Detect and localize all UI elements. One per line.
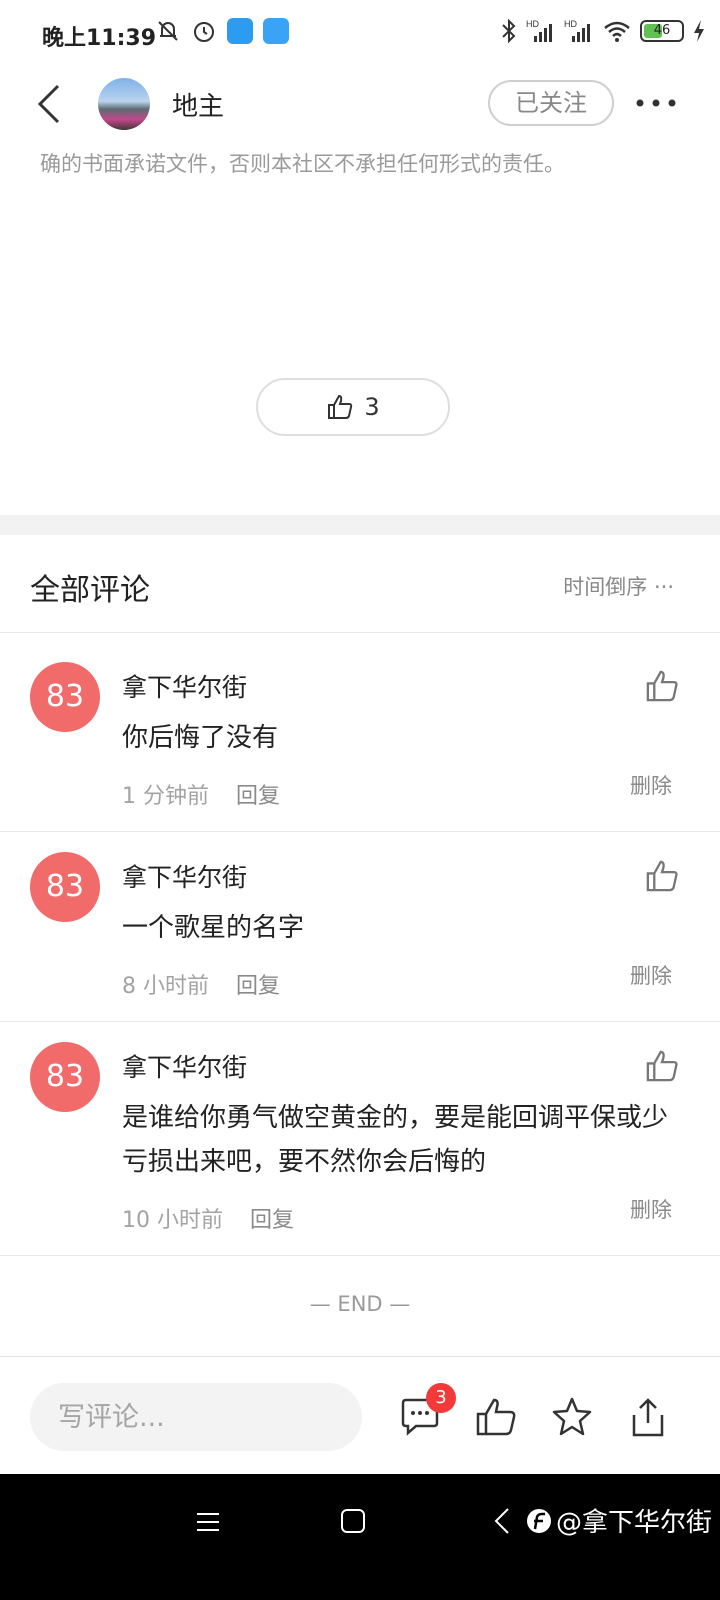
comment-item: 83 拿下华尔街 一个歌星的名字 8 小时前 回复 删除 (0, 832, 720, 1022)
reply-button[interactable]: 回复 (250, 1202, 294, 1234)
share-icon[interactable] (626, 1395, 670, 1439)
like-icon[interactable] (474, 1395, 518, 1439)
commenter-name[interactable]: 拿下华尔街 (122, 668, 247, 704)
recent-apps-icon[interactable] (194, 1508, 222, 1536)
battery-level: 46 (653, 23, 671, 38)
more-options-icon[interactable] (632, 88, 680, 118)
watermark: @拿下华尔街 (526, 1502, 712, 1539)
status-icons-left (155, 18, 289, 44)
commenter-avatar[interactable]: 83 (30, 1042, 100, 1112)
end-marker: — END — (309, 1292, 411, 1316)
section-divider (0, 515, 720, 535)
comment-time: 8 小时前 (122, 974, 209, 999)
post-header: 地主 已关注 (0, 70, 720, 140)
silent-bell-icon (158, 21, 178, 41)
follow-button[interactable]: 已关注 (488, 80, 614, 126)
post-disclaimer: 确的书面承诺文件，否则本社区不承担任何形式的责任。 (40, 152, 565, 176)
commenter-avatar[interactable]: 83 (30, 852, 100, 922)
comment-time: 1 分钟前 (122, 784, 209, 809)
author-name[interactable]: 地主 (172, 86, 224, 123)
reply-button[interactable]: 回复 (236, 778, 280, 810)
comment-like-icon[interactable] (644, 668, 680, 704)
wifi-icon (604, 21, 630, 42)
commenter-avatar[interactable]: 83 (30, 662, 100, 732)
signal-icon-2: HD (564, 19, 590, 42)
alarm-icon (194, 22, 214, 42)
bluetooth-icon (502, 18, 516, 44)
system-nav-bar: @拿下华尔街 (0, 1474, 720, 1600)
battery-indicator: 46 (640, 20, 684, 42)
comments-header: 全部评论 时间倒序 ··· (0, 535, 720, 633)
comment-time: 10 小时前 (122, 1208, 223, 1233)
comment-text: 一个歌星的名字 (122, 913, 305, 943)
delete-button[interactable]: 删除 (630, 960, 672, 990)
nav-back-icon[interactable] (492, 1506, 512, 1536)
comment-item: 83 拿下华尔街 你后悔了没有 1 分钟前 回复 删除 (0, 634, 720, 832)
comment-item: 83 拿下华尔街 是谁给你勇气做空黄金的，要是能回调平保或少亏损出来吧，要不然你… (0, 1022, 720, 1256)
comments-title: 全部评论 (30, 573, 150, 608)
comment-count-badge: 3 (426, 1383, 456, 1413)
back-icon[interactable] (30, 82, 70, 126)
comment-like-icon[interactable] (644, 1048, 680, 1084)
comment-text: 你后悔了没有 (122, 723, 279, 753)
delete-button[interactable]: 删除 (630, 1194, 672, 1224)
svg-text:HD: HD (526, 19, 539, 29)
sort-button[interactable]: 时间倒序 ··· (563, 571, 674, 601)
home-icon[interactable] (340, 1508, 366, 1534)
browser-app-icon (263, 18, 289, 44)
comment-text: 是谁给你勇气做空黄金的，要是能回调平保或少亏损出来吧，要不然你会后悔的 (122, 1103, 669, 1177)
thumbs-up-icon (328, 394, 353, 419)
commenter-name[interactable]: 拿下华尔街 (122, 1048, 247, 1084)
svg-text:HD: HD (564, 19, 577, 29)
platform-logo-icon (527, 1508, 551, 1533)
author-avatar[interactable] (98, 78, 150, 130)
cloud-app-icon (227, 18, 253, 44)
comment-input[interactable] (30, 1383, 362, 1451)
post-like-count: 3 (364, 393, 380, 421)
charging-icon (694, 20, 704, 42)
status-bar: 晚上11:39 HD HD 46 (0, 0, 720, 70)
reply-button[interactable]: 回复 (236, 968, 280, 1000)
status-icons-right: HD HD 46 (500, 18, 706, 44)
commenter-name[interactable]: 拿下华尔街 (122, 858, 247, 894)
favorite-star-icon[interactable] (550, 1395, 594, 1439)
post-like-button[interactable]: 3 (256, 378, 450, 436)
delete-button[interactable]: 删除 (630, 770, 672, 800)
bottom-action-bar: 3 (0, 1356, 720, 1474)
signal-icon: HD (526, 19, 552, 42)
watermark-text: @拿下华尔街 (556, 1508, 713, 1538)
status-time: 晚上11:39 (42, 26, 157, 51)
comment-like-icon[interactable] (644, 858, 680, 894)
